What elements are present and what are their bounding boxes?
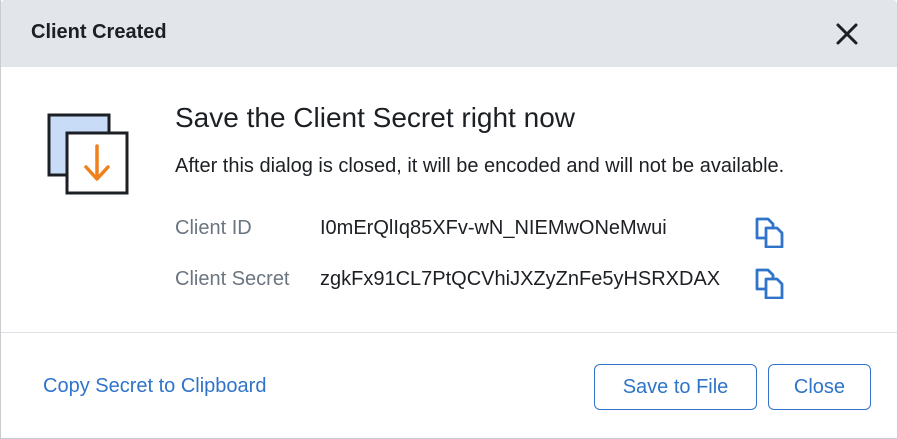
dialog-subtitle: After this dialog is closed, it will be … — [175, 155, 785, 177]
client-secret-label: Client Secret — [175, 268, 290, 290]
close-icon[interactable] — [833, 20, 861, 48]
client-id-label: Client ID — [175, 217, 252, 239]
footer-divider — [1, 332, 897, 333]
dialog-header-title: Client Created — [31, 21, 167, 43]
save-secret-icon — [47, 113, 129, 195]
dialog-title: Save the Client Secret right now — [175, 102, 575, 133]
copy-client-id-icon[interactable] — [753, 216, 785, 248]
dialog-header: Client Created — [1, 0, 897, 67]
client-id-value: I0mErQlIq85XFv-wN_NIEMwONeMwui — [320, 217, 667, 239]
close-button[interactable]: Close — [768, 364, 871, 410]
client-created-dialog: Client Created Save the Client Secret ri… — [0, 0, 898, 439]
copy-secret-to-clipboard-link[interactable]: Copy Secret to Clipboard — [43, 375, 266, 398]
client-secret-value: zgkFx91CL7PtQCVhiJXZyZnFe5yHSRXDAX — [320, 268, 721, 290]
copy-client-secret-icon[interactable] — [753, 267, 785, 299]
save-to-file-button[interactable]: Save to File — [594, 364, 757, 410]
